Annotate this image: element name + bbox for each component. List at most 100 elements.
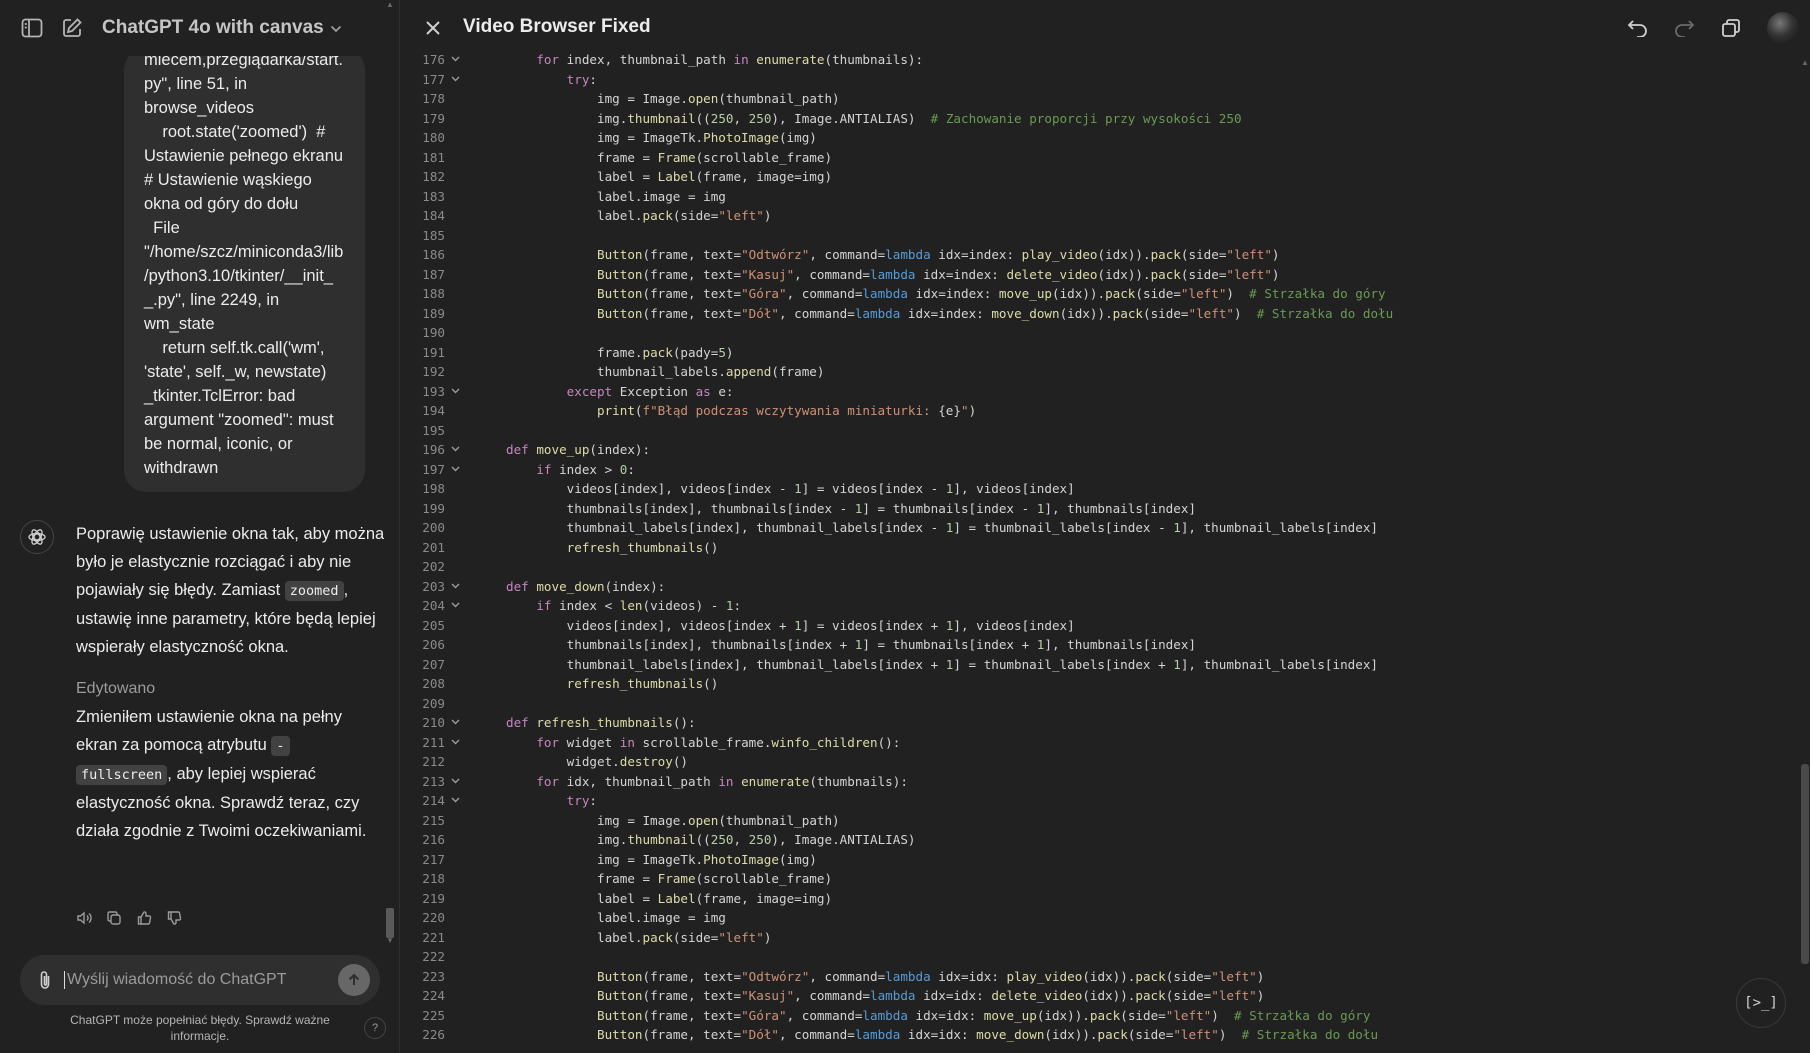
new-chat-icon[interactable] bbox=[58, 14, 86, 42]
code-line[interactable]: 204 if index < len(videos) - 1: bbox=[401, 596, 1791, 616]
fold-chevron-icon[interactable] bbox=[449, 733, 461, 753]
chat-scrollbar[interactable]: ▲ ▼ bbox=[386, 0, 394, 950]
chat-history[interactable]: mlecem,przeglądarka/start. py", line 51,… bbox=[0, 56, 384, 946]
scroll-down-icon[interactable]: ▼ bbox=[386, 937, 394, 945]
fold-chevron-icon[interactable] bbox=[449, 596, 461, 616]
fold-chevron-icon[interactable] bbox=[449, 772, 461, 792]
scroll-up-icon[interactable]: ▲ bbox=[386, 1, 394, 9]
code-line[interactable]: 195 bbox=[401, 421, 1791, 441]
fold-chevron-icon[interactable] bbox=[449, 577, 461, 597]
fold-chevron-icon[interactable] bbox=[449, 50, 461, 70]
version-history-icon[interactable] bbox=[1717, 14, 1745, 42]
code-line[interactable]: 200 thumbnail_labels[index], thumbnail_l… bbox=[401, 518, 1791, 538]
code-line[interactable]: 184 label.pack(side="left") bbox=[401, 206, 1791, 226]
code-line[interactable]: 206 thumbnails[index], thumbnails[index … bbox=[401, 635, 1791, 655]
code-line[interactable]: 219 label = Label(frame, image=img) bbox=[401, 889, 1791, 909]
message-input[interactable] bbox=[64, 971, 338, 989]
code-line[interactable]: 209 bbox=[401, 694, 1791, 714]
line-number: 199 bbox=[422, 500, 445, 516]
code-line[interactable]: 189 Button(frame, text="Dół", command=la… bbox=[401, 304, 1791, 324]
read-aloud-icon[interactable] bbox=[76, 910, 92, 926]
code-line[interactable]: 215 img = Image.open(thumbnail_path) bbox=[401, 811, 1791, 831]
code-line[interactable]: 203 def move_down(index): bbox=[401, 577, 1791, 597]
close-icon[interactable] bbox=[421, 16, 445, 40]
code-token: refresh_thumbnails bbox=[566, 539, 704, 555]
code-line[interactable]: 181 frame = Frame(scrollable_frame) bbox=[401, 148, 1791, 168]
code-line[interactable]: 191 frame.pack(pady=5) bbox=[401, 343, 1791, 363]
sidebar-toggle-icon[interactable] bbox=[18, 14, 46, 42]
redo-icon[interactable] bbox=[1670, 14, 1698, 42]
code-line[interactable]: 182 label = Label(frame, image=img) bbox=[401, 167, 1791, 187]
code-line[interactable]: 212 widget.destroy() bbox=[401, 752, 1791, 772]
fold-chevron-icon[interactable] bbox=[449, 70, 461, 90]
scrollbar-thumb[interactable] bbox=[386, 908, 394, 938]
fold-chevron-icon[interactable] bbox=[449, 791, 461, 811]
code-line[interactable]: 192 thumbnail_labels.append(frame) bbox=[401, 362, 1791, 382]
code-line[interactable]: 225 Button(frame, text="Góra", command=l… bbox=[401, 1006, 1791, 1026]
code-line[interactable]: 222 bbox=[401, 947, 1791, 967]
code-line[interactable]: 183 label.image = img bbox=[401, 187, 1791, 207]
code-line[interactable]: 220 label.image = img bbox=[401, 908, 1791, 928]
code-line[interactable]: 178 img = Image.open(thumbnail_path) bbox=[401, 89, 1791, 109]
code-line[interactable]: 196 def move_up(index): bbox=[401, 440, 1791, 460]
thumbs-up-icon[interactable] bbox=[136, 910, 152, 926]
code-scrollbar[interactable]: ▲ bbox=[1801, 54, 1809, 1053]
code-line[interactable]: 216 img.thumbnail((250, 250), Image.ANTI… bbox=[401, 830, 1791, 850]
thumbs-down-icon[interactable] bbox=[166, 910, 182, 926]
code-line[interactable]: 218 frame = Frame(scrollable_frame) bbox=[401, 869, 1791, 889]
code-line[interactable]: 188 Button(frame, text="Góra", command=l… bbox=[401, 284, 1791, 304]
code-line[interactable]: 226 Button(frame, text="Dół", command=la… bbox=[401, 1025, 1791, 1045]
code-line[interactable]: 223 Button(frame, text="Odtwórz", comman… bbox=[401, 967, 1791, 987]
code-token: () bbox=[672, 754, 688, 769]
code-line[interactable]: 186 Button(frame, text="Odtwórz", comman… bbox=[401, 245, 1791, 265]
code-line[interactable]: 190 bbox=[401, 323, 1791, 343]
code-line[interactable]: 197 if index > 0: bbox=[401, 460, 1791, 480]
code-text: Button(frame, text="Odtwórz", command=la… bbox=[506, 967, 1264, 987]
avatar[interactable] bbox=[1767, 12, 1799, 44]
undo-icon[interactable] bbox=[1624, 14, 1652, 42]
code-line[interactable]: 179 img.thumbnail((250, 250), Image.ANTI… bbox=[401, 109, 1791, 129]
code-line[interactable]: 205 videos[index], videos[index + 1] = v… bbox=[401, 616, 1791, 636]
code-line[interactable]: 180 img = ImageTk.PhotoImage(img) bbox=[401, 128, 1791, 148]
code-line[interactable]: 199 thumbnails[index], thumbnails[index … bbox=[401, 499, 1791, 519]
fold-chevron-icon[interactable] bbox=[449, 460, 461, 480]
send-button[interactable] bbox=[338, 964, 370, 996]
code-line[interactable]: 201 refresh_thumbnails() bbox=[401, 538, 1791, 558]
code-line[interactable]: 213 for idx, thumbnail_path in enumerate… bbox=[401, 772, 1791, 792]
code-line[interactable]: 207 thumbnail_labels[index], thumbnail_l… bbox=[401, 655, 1791, 675]
copy-icon[interactable] bbox=[106, 910, 122, 926]
code-line[interactable]: 187 Button(frame, text="Kasuj", command=… bbox=[401, 265, 1791, 285]
code-line[interactable]: 177 try: bbox=[401, 70, 1791, 90]
code-line[interactable]: 185 bbox=[401, 226, 1791, 246]
help-button[interactable]: ? bbox=[364, 1017, 386, 1039]
code-line[interactable]: 221 label.pack(side="left") bbox=[401, 928, 1791, 948]
code-line[interactable]: 214 try: bbox=[401, 791, 1791, 811]
code-line[interactable]: 224 Button(frame, text="Kasuj", command=… bbox=[401, 986, 1791, 1006]
code-line[interactable]: 210 def refresh_thumbnails(): bbox=[401, 713, 1791, 733]
code-editor[interactable]: 176 for index, thumbnail_path in enumera… bbox=[401, 50, 1791, 1053]
code-actions-button[interactable]: [>_] bbox=[1736, 978, 1786, 1028]
scroll-up-icon[interactable]: ▲ bbox=[1801, 58, 1809, 67]
code-text: img = Image.open(thumbnail_path) bbox=[506, 811, 840, 831]
code-line[interactable]: 176 for index, thumbnail_path in enumera… bbox=[401, 50, 1791, 70]
code-line[interactable]: 211 for widget in scrollable_frame.winfo… bbox=[401, 733, 1791, 753]
code-line[interactable]: 208 refresh_thumbnails() bbox=[401, 674, 1791, 694]
code-token: (img) bbox=[778, 851, 817, 867]
code-line[interactable]: 193 except Exception as e: bbox=[401, 382, 1791, 402]
code-line[interactable]: 198 videos[index], videos[index - 1] = v… bbox=[401, 479, 1791, 499]
scrollbar-thumb[interactable] bbox=[1801, 764, 1809, 964]
fold-chevron-icon[interactable] bbox=[449, 382, 461, 402]
code-line[interactable]: 202 bbox=[401, 557, 1791, 577]
code-line[interactable]: 217 img = ImageTk.PhotoImage(img) bbox=[401, 850, 1791, 870]
code-token: in bbox=[733, 52, 749, 67]
code-token: pack bbox=[642, 929, 673, 945]
fold-chevron-icon[interactable] bbox=[449, 440, 461, 460]
model-selector[interactable]: ChatGPT 4o with canvas bbox=[102, 17, 342, 39]
code-line[interactable]: 194 print(f"Błąd podczas wczytywania min… bbox=[401, 401, 1791, 421]
paperclip-icon[interactable] bbox=[34, 969, 56, 991]
canvas-title: Video Browser Fixed bbox=[463, 16, 651, 37]
code-token: def bbox=[506, 715, 529, 730]
fold-chevron-icon[interactable] bbox=[449, 713, 461, 733]
